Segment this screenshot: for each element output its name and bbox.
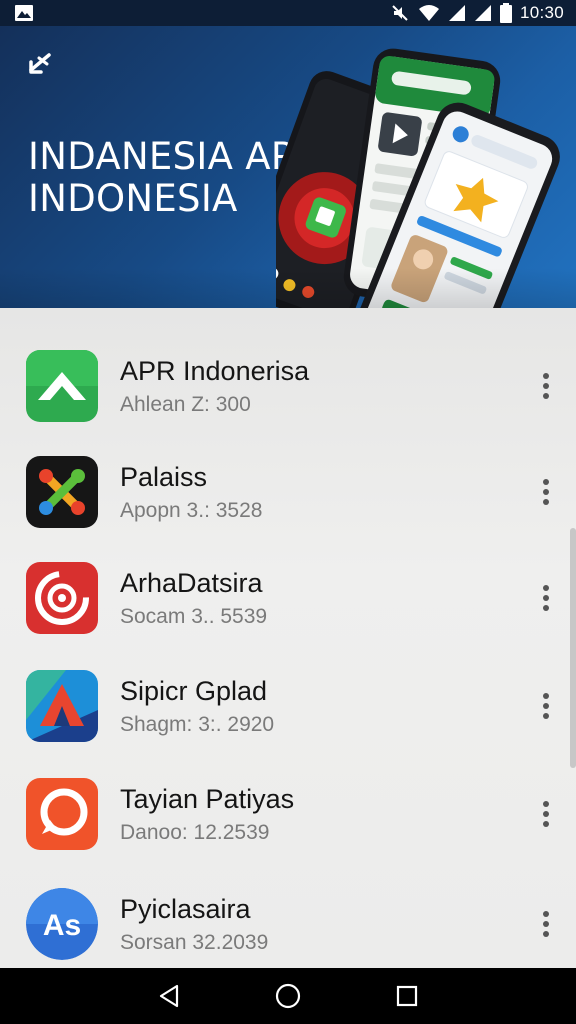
app-subtitle: Danoo: 12.2539 bbox=[120, 820, 270, 844]
phones-illustration bbox=[276, 48, 560, 308]
mute-icon bbox=[392, 5, 408, 21]
signal-icon bbox=[448, 5, 465, 21]
as-logo-icon: As bbox=[26, 888, 98, 960]
status-bar: 10:30 bbox=[0, 0, 576, 26]
back-button[interactable] bbox=[22, 50, 56, 80]
square-recents-icon bbox=[396, 985, 417, 1007]
list-item[interactable]: ArhaDatsira Socam 3.. 5539 bbox=[0, 548, 576, 648]
status-time: 10:30 bbox=[519, 3, 564, 22]
gallery-notification-icon bbox=[15, 5, 33, 21]
app-name: APR Indonerisa bbox=[120, 355, 310, 386]
nav-back-button[interactable] bbox=[149, 976, 189, 1016]
list-item[interactable]: Tayian Patiyas Danoo: 12.2539 bbox=[0, 764, 576, 864]
more-options-button[interactable] bbox=[536, 796, 556, 832]
wifi-icon bbox=[418, 5, 439, 21]
app-name: ArhaDatsira bbox=[120, 567, 263, 598]
app-list: APR Indonerisa Ahlean Z: 300 Palaiss Apo… bbox=[0, 308, 576, 968]
app-name: Tayian Patiyas bbox=[120, 783, 295, 814]
app-subtitle: Socam 3.. 5539 bbox=[120, 604, 268, 628]
back-arrow-icon bbox=[29, 53, 51, 74]
header-banner: INDANESIA APK INDONESIA bbox=[0, 26, 576, 308]
list-item[interactable]: APR Indonerisa Ahlean Z: 300 bbox=[0, 336, 576, 436]
app-name: Palaiss bbox=[120, 461, 208, 492]
app-subtitle: Ahlean Z: 300 bbox=[120, 392, 251, 416]
more-options-button[interactable] bbox=[536, 368, 556, 404]
navigation-bar bbox=[0, 968, 576, 1024]
scrollbar[interactable] bbox=[570, 528, 576, 768]
map-triangle-icon bbox=[26, 670, 98, 742]
target-red-icon bbox=[26, 562, 98, 634]
list-item[interactable]: Palaiss Apopn 3.: 3528 bbox=[0, 442, 576, 542]
more-options-button[interactable] bbox=[536, 580, 556, 616]
chevron-up-green-icon bbox=[26, 350, 98, 422]
svg-text:As: As bbox=[43, 909, 81, 942]
nav-home-button[interactable] bbox=[268, 976, 308, 1016]
more-options-button[interactable] bbox=[536, 688, 556, 724]
app-name: Sipicr Gplad bbox=[120, 675, 268, 706]
list-item[interactable]: Sipicr Gplad Shagm: 3:. 2920 bbox=[0, 656, 576, 756]
more-options-button[interactable] bbox=[536, 906, 556, 942]
list-item[interactable]: As Pyiclasaira Sorsan 32.2039 bbox=[0, 874, 576, 968]
battery-icon bbox=[499, 3, 512, 23]
triangle-back-icon bbox=[160, 984, 179, 1008]
app-subtitle: Sorsan 32.2039 bbox=[120, 930, 269, 954]
app-name: Pyiclasaira bbox=[120, 893, 251, 924]
nav-recents-button[interactable] bbox=[387, 976, 427, 1016]
app-subtitle: Shagm: 3:. 2920 bbox=[120, 712, 275, 736]
app-subtitle: Apopn 3.: 3528 bbox=[120, 498, 263, 522]
circle-home-icon bbox=[275, 983, 301, 1009]
x-links-icon bbox=[26, 456, 98, 528]
chat-bubble-orange-icon bbox=[26, 778, 98, 850]
signal-icon bbox=[474, 5, 491, 21]
more-options-button[interactable] bbox=[536, 474, 556, 510]
